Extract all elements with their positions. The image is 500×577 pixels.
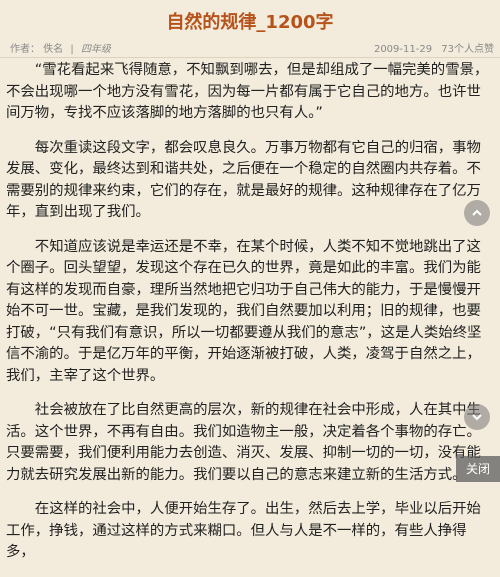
header-divider bbox=[0, 57, 500, 58]
paragraph-5: 在这样的社会中，人便开始生存了。出生，然后去上学，毕业以后开始工作，挣钱，通过这… bbox=[6, 501, 481, 560]
paragraph-2: 每次重读这段文字，都会叹息良久。万事万物都有它自己的归宿，事物发展、变化，最终达… bbox=[6, 139, 481, 221]
article-meta: 作者： 佚名 | 四年级 2009-11-29 73个人点赞 bbox=[10, 40, 494, 56]
like-count[interactable]: 73个人点赞 bbox=[441, 44, 494, 55]
article-title: 自然的规律_1200字 bbox=[166, 12, 334, 33]
paragraph-4: 社会被放在了比自然更高的层次，新的规律在社会中形成，人在其中生活。这个世界，不再… bbox=[6, 402, 481, 483]
scroll-down-button[interactable] bbox=[464, 404, 490, 430]
author-name: 佚名 bbox=[43, 44, 64, 55]
paragraph-3: 不知道应该说是幸运还是不幸，在某个时候，人类不知不觉地跳出了这个圈子。回头望望，… bbox=[6, 238, 482, 384]
scroll-up-button[interactable] bbox=[464, 200, 490, 226]
chevron-up-icon bbox=[472, 209, 482, 216]
publish-date: 2009-11-29 bbox=[373, 44, 433, 55]
author-label: 作者： bbox=[10, 44, 40, 55]
chevron-down-icon bbox=[472, 414, 482, 421]
meta-separator: | bbox=[70, 44, 74, 55]
category-link[interactable]: 四年级 bbox=[81, 44, 111, 55]
article-body: “雪花看起来飞得随意，不知飘到哪去，但是却组成了一幅完美的雪景，不会出现哪一个地… bbox=[6, 60, 494, 577]
paragraph-1: “雪花看起来飞得随意，不知飘到哪去，但是却组成了一幅完美的雪景，不会出现哪一个地… bbox=[6, 62, 489, 121]
close-button[interactable]: 关闭 bbox=[456, 456, 500, 482]
